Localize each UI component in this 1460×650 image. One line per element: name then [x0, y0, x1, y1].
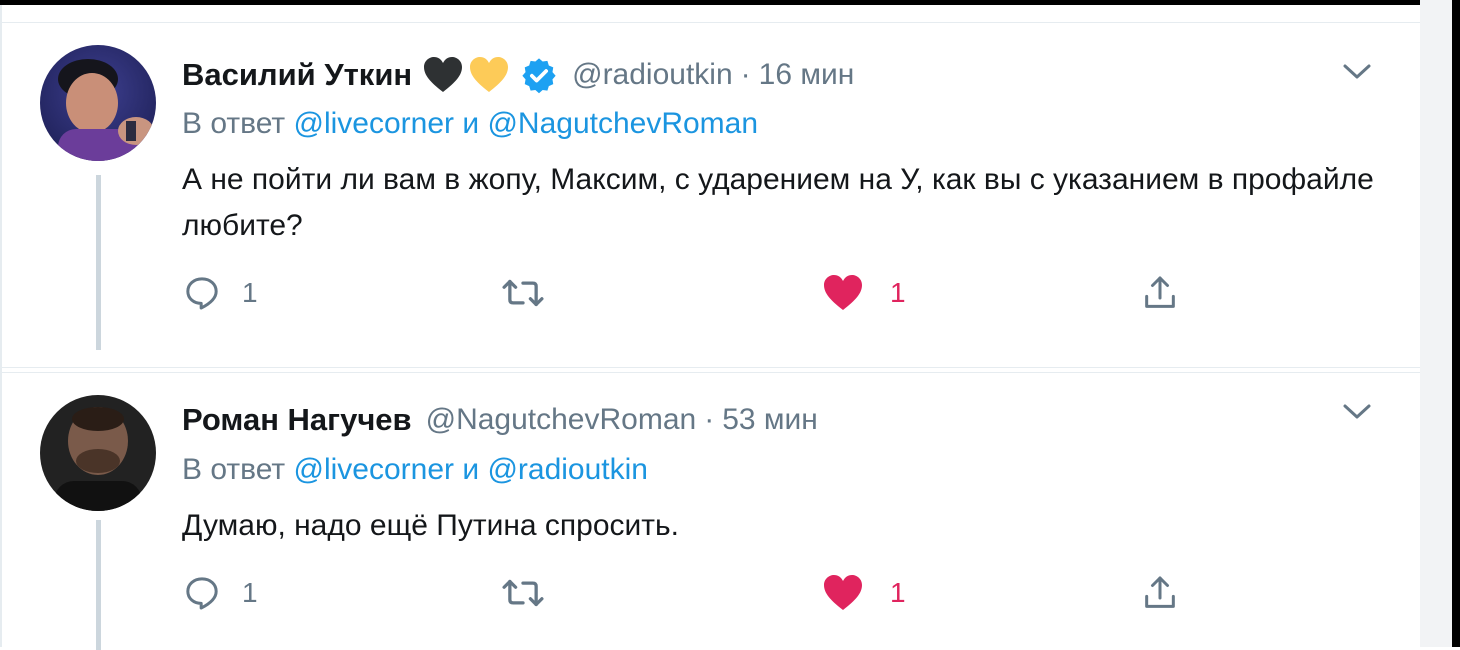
reply-prefix: В ответ: [182, 453, 286, 486]
separator-dot: ·: [704, 403, 715, 436]
tweet[interactable]: Роман Нагучев @NagutchevRoman · 53 мин В…: [2, 372, 1420, 650]
reply-count: 1: [242, 277, 258, 308]
yellow-heart-icon: [468, 56, 510, 94]
share-button[interactable]: [1140, 571, 1180, 615]
mention-link[interactable]: @livecorner: [293, 453, 454, 486]
reply-conjunction: и: [462, 107, 480, 140]
retweet-button[interactable]: [500, 571, 546, 615]
black-heart-icon: [422, 56, 464, 94]
tweet-text: Думаю, надо ещё Путина спросить.: [182, 509, 680, 542]
reply-icon: [186, 277, 218, 310]
share-button[interactable]: [1140, 271, 1180, 315]
author-handle[interactable]: @NagutchevRoman: [426, 403, 697, 437]
reply-conjunction: и: [462, 453, 480, 486]
reply-prefix: В ответ: [182, 107, 286, 140]
tweet-timestamp[interactable]: 53 мин: [722, 403, 818, 437]
like-count: 1: [890, 577, 906, 608]
tweet-timestamp[interactable]: 16 мин: [759, 58, 855, 92]
window-right-border: [1452, 0, 1460, 647]
like-count: 1: [890, 277, 906, 308]
reply-icon: [186, 577, 218, 610]
author-name[interactable]: Роман Нагучев: [182, 402, 412, 438]
window-top-border: [0, 0, 1460, 5]
author-handle[interactable]: @radioutkin: [572, 58, 733, 92]
like-button[interactable]: 1: [822, 271, 906, 315]
reply-button[interactable]: 1: [182, 571, 258, 615]
chevron-down-icon[interactable]: [1342, 403, 1372, 426]
tweet-header: Роман Нагучев @NagutchevRoman · 53 мин: [182, 398, 818, 442]
mention-link[interactable]: @NagutchevRoman: [487, 107, 758, 140]
heart-icon: [824, 275, 862, 310]
reply-count: 1: [242, 577, 258, 608]
thread-line: [96, 520, 101, 650]
reply-context: В ответ @livecorner и @radioutkin: [182, 453, 648, 487]
share-icon: [1145, 576, 1175, 608]
retweet-icon: [502, 579, 544, 607]
mention-link[interactable]: @radioutkin: [487, 453, 648, 486]
share-icon: [1145, 276, 1175, 308]
tweet-actions: 1 1: [182, 271, 1222, 315]
mention-link[interactable]: @livecorner: [293, 107, 454, 140]
thread-line: [96, 175, 101, 350]
heart-icon: [824, 575, 862, 610]
tweet-text: А не пойти ли вам в жопу, Максим, с удар…: [182, 163, 1374, 242]
retweet-button[interactable]: [500, 271, 546, 315]
verified-badge-icon: [520, 56, 558, 94]
retweet-icon: [502, 279, 544, 307]
tweet[interactable]: Василий Уткин @radioutkin · 16 мин В отв…: [2, 22, 1420, 368]
avatar[interactable]: [40, 395, 156, 511]
reply-button[interactable]: 1: [182, 271, 258, 315]
like-button[interactable]: 1: [822, 571, 906, 615]
tweet-header: Василий Уткин @radioutkin · 16 мин: [182, 53, 854, 97]
separator-dot: ·: [740, 58, 751, 91]
author-name[interactable]: Василий Уткин: [182, 57, 412, 93]
reply-context: В ответ @livecorner и @NagutchevRoman: [182, 107, 758, 141]
chevron-down-icon[interactable]: [1342, 63, 1372, 86]
avatar[interactable]: [40, 45, 156, 161]
tweet-actions: 1 1: [182, 571, 1222, 615]
